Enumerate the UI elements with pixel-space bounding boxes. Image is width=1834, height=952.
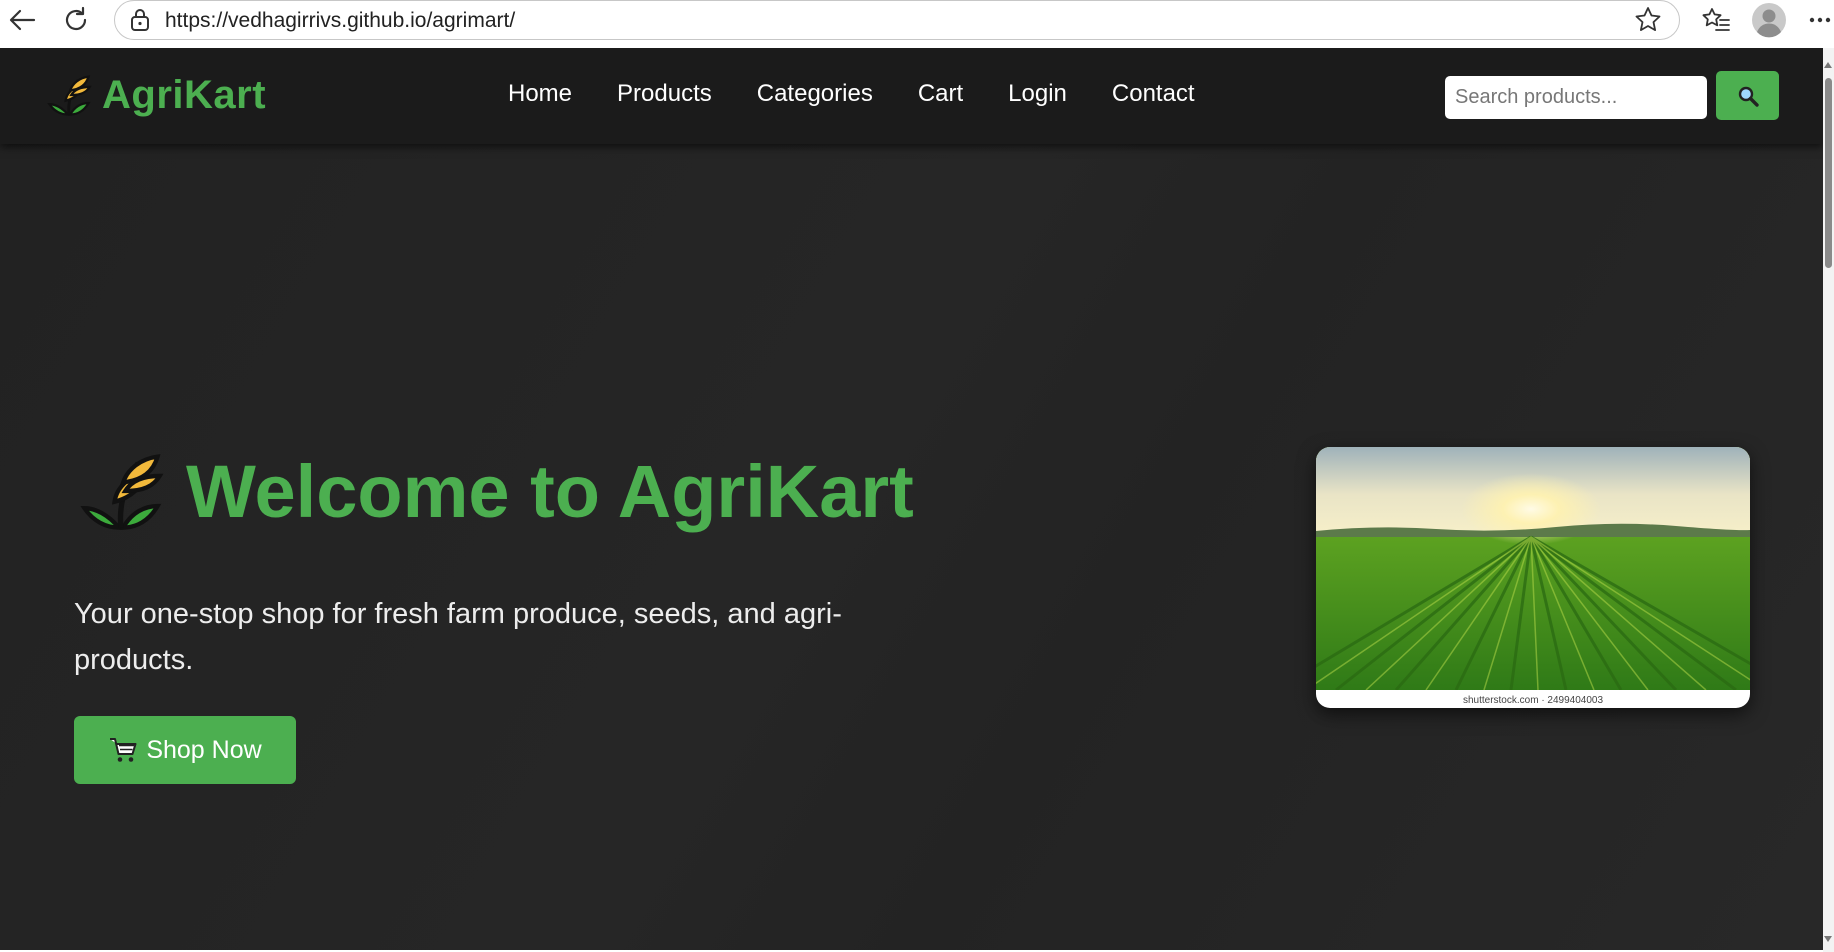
nav-link-contact[interactable]: Contact bbox=[1112, 80, 1195, 108]
hero-wheat-sprout-icon bbox=[80, 454, 164, 530]
back-arrow-icon bbox=[9, 9, 36, 31]
nav-link-cart[interactable]: Cart bbox=[918, 80, 963, 108]
shop-now-label: Shop Now bbox=[146, 735, 262, 764]
page-scrollbar[interactable] bbox=[1823, 48, 1834, 952]
favorite-star-icon[interactable] bbox=[1633, 5, 1663, 35]
scroll-up-arrow-icon[interactable] bbox=[1824, 62, 1832, 68]
avatar-icon bbox=[1752, 3, 1786, 38]
more-dots-icon bbox=[1809, 17, 1831, 23]
nav-link-home[interactable]: Home bbox=[508, 80, 572, 108]
cart-icon bbox=[110, 738, 137, 762]
reload-icon bbox=[65, 6, 87, 31]
scroll-thumb[interactable] bbox=[1825, 78, 1832, 268]
magnifier-icon bbox=[1738, 86, 1759, 107]
nav-link-products[interactable]: Products bbox=[617, 80, 712, 108]
navbar: AgriKart Home Products Categories Cart L… bbox=[0, 48, 1823, 144]
web-page: AgriKart Home Products Categories Cart L… bbox=[0, 48, 1823, 950]
back-button[interactable] bbox=[2, 2, 42, 38]
farm-field-image: shutterstock.com · 2499404003 bbox=[1316, 447, 1750, 708]
search-input[interactable] bbox=[1445, 76, 1707, 119]
nav-links: Home Products Categories Cart Login Cont… bbox=[508, 80, 1195, 108]
shop-now-button[interactable]: Shop Now bbox=[74, 716, 296, 784]
favorites-list-icon bbox=[1702, 8, 1730, 31]
browser-toolbar: https://vedhagirrivs.github.io/agrimart/ bbox=[0, 0, 1834, 46]
url-text[interactable]: https://vedhagirrivs.github.io/agrimart/ bbox=[165, 9, 515, 33]
brand-name[interactable]: AgriKart bbox=[102, 73, 266, 118]
image-caption: shutterstock.com · 2499404003 bbox=[1462, 695, 1604, 706]
brand-logo-link[interactable]: AgriKart bbox=[46, 72, 266, 118]
field-photo bbox=[1316, 447, 1750, 692]
favorites-button[interactable] bbox=[1696, 2, 1736, 38]
nav-link-categories[interactable]: Categories bbox=[757, 80, 873, 108]
profile-button[interactable] bbox=[1749, 2, 1789, 38]
nav-link-login[interactable]: Login bbox=[1008, 80, 1067, 108]
hero-title: Welcome to AgriKart bbox=[186, 449, 914, 533]
search-button[interactable] bbox=[1716, 71, 1779, 120]
wheat-sprout-icon bbox=[47, 75, 92, 116]
hero-heading: Welcome to AgriKart bbox=[78, 448, 914, 534]
hero-subtitle: Your one-stop shop for fresh farm produc… bbox=[74, 598, 842, 676]
scroll-down-arrow-icon[interactable] bbox=[1824, 936, 1832, 942]
lock-icon bbox=[131, 9, 149, 31]
more-menu-button[interactable] bbox=[1805, 2, 1834, 38]
address-bar[interactable]: https://vedhagirrivs.github.io/agrimart/ bbox=[114, 0, 1680, 40]
reload-button[interactable] bbox=[56, 2, 96, 38]
